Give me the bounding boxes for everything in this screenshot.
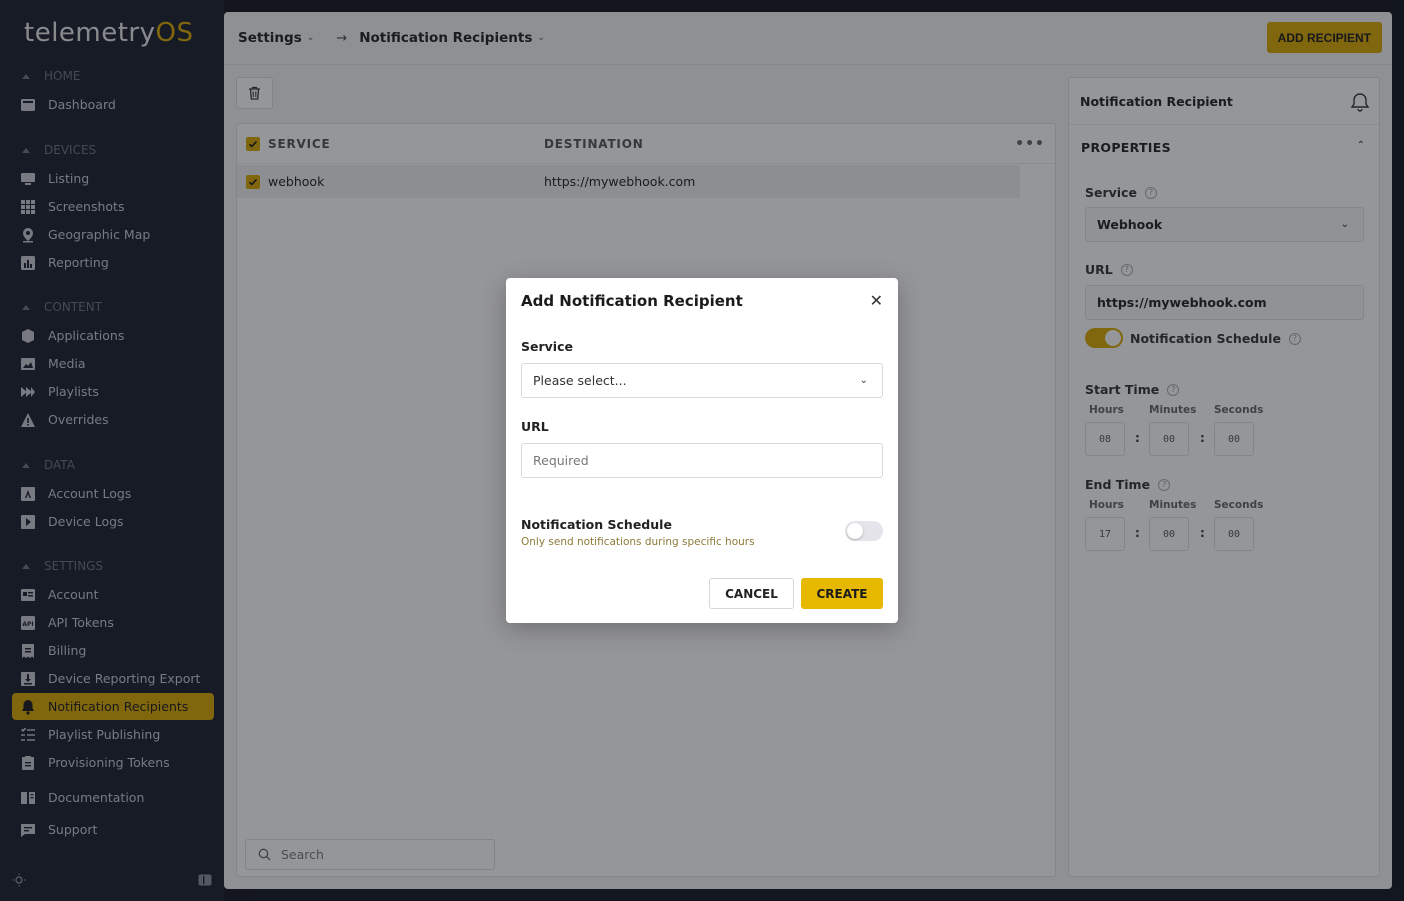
close-icon[interactable]: ✕ — [870, 291, 883, 310]
modal-url-input[interactable]: Required — [521, 443, 883, 478]
modal-schedule-label: Notification Schedule — [521, 517, 672, 532]
modal-url-label: URL — [521, 419, 549, 434]
modal-schedule-hint: Only send notifications during specific … — [521, 536, 755, 548]
modal-service-select[interactable]: Please select... ⌄ — [521, 363, 883, 398]
service-placeholder: Please select... — [533, 373, 627, 388]
modal-service-label: Service — [521, 339, 573, 354]
modal-schedule-toggle[interactable] — [845, 521, 883, 541]
url-placeholder: Required — [533, 453, 589, 468]
modal-title: Add Notification Recipient — [521, 292, 743, 310]
cancel-button[interactable]: CANCEL — [709, 578, 794, 609]
chevron-down-icon: ⌄ — [859, 375, 868, 386]
create-button[interactable]: CREATE — [801, 578, 883, 609]
add-recipient-modal: Add Notification Recipient ✕ Service Ple… — [506, 278, 898, 623]
